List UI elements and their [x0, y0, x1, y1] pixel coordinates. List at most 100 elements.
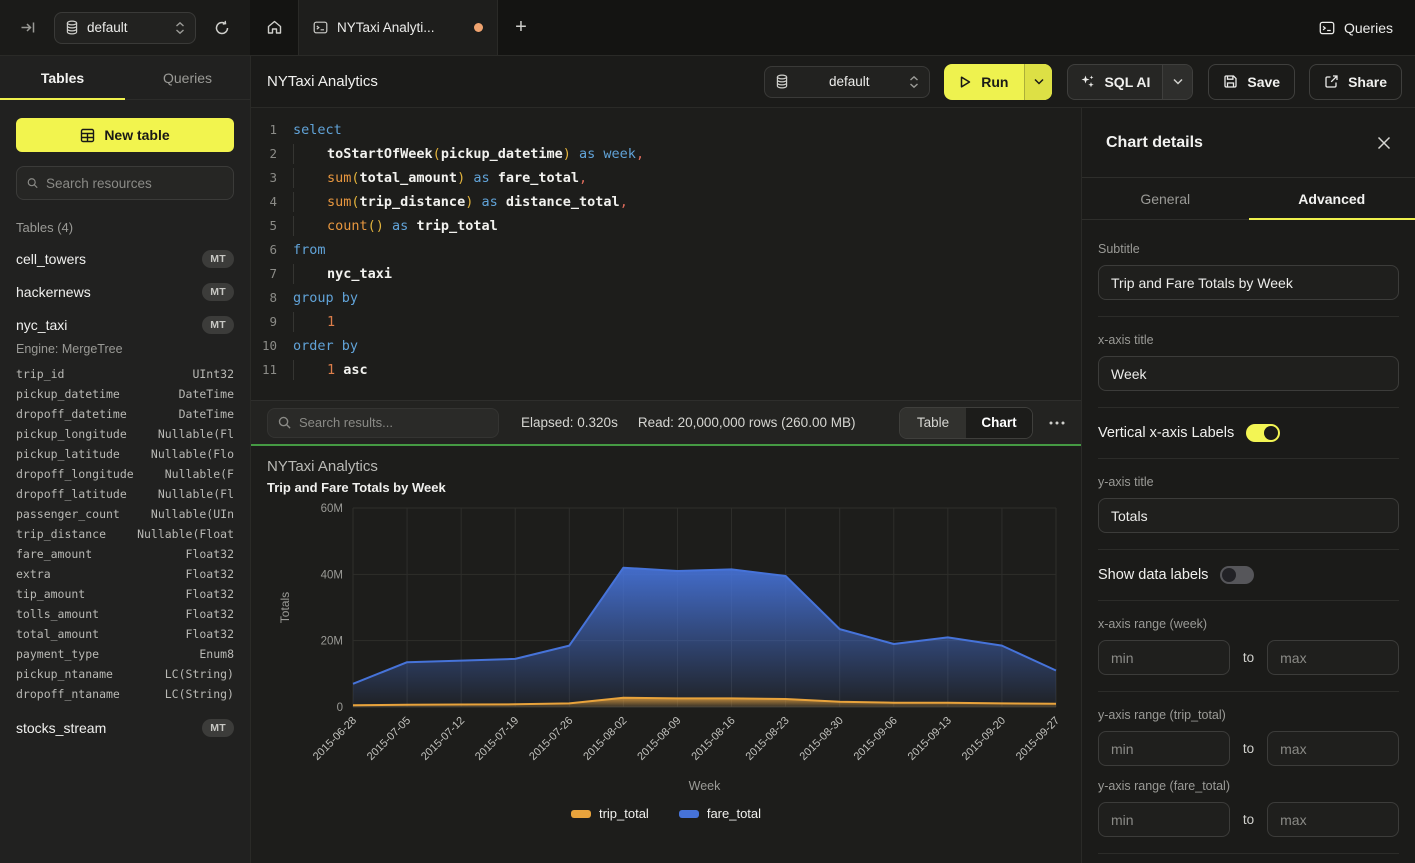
x-axis-title-input[interactable] [1098, 356, 1399, 391]
database-icon [65, 20, 79, 35]
legend-swatch [679, 810, 699, 818]
area-chart: 020M40M60M2015-06-282015-07-052015-07-12… [251, 446, 1081, 802]
x-range-max-input[interactable] [1267, 640, 1399, 675]
column-row-pickup_latitude[interactable]: pickup_latitudeNullable(Flo [16, 444, 234, 464]
ellipsis-icon [1049, 421, 1065, 425]
x-tick-label: 2015-06-28 [311, 715, 359, 763]
table-name: cell_towers [16, 251, 86, 267]
sql-ai-button[interactable]: SQL AI [1068, 65, 1162, 99]
read-stat: Read: 20,000,000 rows (260.00 MB) [638, 415, 856, 430]
share-label: Share [1348, 74, 1387, 90]
vertical-x-labels-toggle[interactable] [1246, 424, 1280, 442]
line-number: 3 [251, 166, 277, 190]
new-table-button[interactable]: New table [16, 118, 234, 152]
database-selector-value: default [87, 20, 128, 35]
column-name: dropoff_latitude [16, 487, 127, 501]
column-row-pickup_longitude[interactable]: pickup_longitudeNullable(Fl [16, 424, 234, 444]
y-axis-title-input[interactable] [1098, 498, 1399, 533]
results-search-input[interactable] [299, 415, 488, 430]
home-icon [266, 19, 283, 36]
table-item-stocks_stream[interactable]: stocks_streamMT [16, 719, 234, 737]
column-type: Nullable(Fl [158, 487, 234, 501]
run-button[interactable]: Run [944, 64, 1024, 100]
x-range-to-label: to [1243, 650, 1254, 665]
panel-tab-advanced[interactable]: Advanced [1249, 178, 1415, 219]
y-range-fare-min-input[interactable] [1098, 802, 1230, 837]
new-tab-button[interactable]: + [498, 0, 544, 55]
database-selector[interactable]: default [54, 12, 196, 44]
divider [1098, 407, 1399, 408]
table-item-cell_towers[interactable]: cell_towers MT [16, 250, 234, 268]
column-name: tip_amount [16, 587, 85, 601]
view-toggle-table[interactable]: Table [900, 408, 966, 438]
panel-title: Chart details [1106, 134, 1203, 152]
top-bar: default NYTaxi Analyti... + [0, 0, 1415, 56]
column-row-extra[interactable]: extraFloat32 [16, 564, 234, 584]
line-number: 6 [251, 238, 277, 262]
column-row-payment_type[interactable]: payment_typeEnum8 [16, 644, 234, 664]
column-row-tolls_amount[interactable]: tolls_amountFloat32 [16, 604, 234, 624]
column-name: passenger_count [16, 507, 120, 521]
column-row-pickup_datetime[interactable]: pickup_datetimeDateTime [16, 384, 234, 404]
column-type: LC(String) [165, 687, 234, 701]
y-range-trip-min-input[interactable] [1098, 731, 1230, 766]
save-button[interactable]: Save [1208, 64, 1295, 100]
view-toggle-chart[interactable]: Chart [966, 408, 1032, 438]
column-row-passenger_count[interactable]: passenger_countNullable(UIn [16, 504, 234, 524]
sql-ai-button-group: SQL AI [1067, 64, 1193, 100]
chevron-updown-icon [909, 75, 919, 89]
sidebar-tab-queries[interactable]: Queries [125, 56, 250, 99]
queries-button[interactable]: Queries [1297, 0, 1415, 55]
run-options-caret[interactable] [1024, 64, 1052, 100]
column-row-total_amount[interactable]: total_amountFloat32 [16, 624, 234, 644]
legend-item-trip_total[interactable]: trip_total [571, 806, 649, 821]
more-options-button[interactable] [1049, 421, 1065, 425]
code-line-2: 2toStartOfWeek(pickup_datetime) as week, [251, 142, 1081, 166]
column-row-pickup_ntaname[interactable]: pickup_ntanameLC(String) [16, 664, 234, 684]
code-text: nyc_taxi [293, 262, 392, 286]
subtitle-input[interactable] [1098, 265, 1399, 300]
y-range-trip-max-input[interactable] [1267, 731, 1399, 766]
close-panel-button[interactable] [1377, 136, 1391, 150]
results-bar: Elapsed: 0.320s Read: 20,000,000 rows (2… [251, 400, 1081, 444]
x-axis-title: Week [689, 779, 721, 793]
queries-icon [1319, 20, 1335, 36]
indent-guide [293, 312, 294, 332]
x-tick-label: 2015-07-19 [473, 715, 521, 763]
collapse-sidebar-icon[interactable] [14, 14, 42, 42]
table-item-nyc_taxi[interactable]: nyc_taxiMT [16, 316, 234, 334]
column-name: tolls_amount [16, 607, 99, 621]
sidebar-tabs: Tables Queries [0, 56, 250, 100]
column-row-dropoff_ntaname[interactable]: dropoff_ntanameLC(String) [16, 684, 234, 704]
engine-badge: MT [202, 316, 234, 334]
column-row-dropoff_datetime[interactable]: dropoff_datetimeDateTime [16, 404, 234, 424]
x-tick-label: 2015-07-12 [419, 715, 467, 763]
column-row-trip_id[interactable]: trip_idUInt32 [16, 364, 234, 384]
engine-badge: MT [202, 250, 234, 268]
home-button[interactable] [250, 0, 298, 55]
column-type: Nullable(Float [137, 527, 234, 541]
table-item-hackernews[interactable]: hackernewsMT [16, 283, 234, 301]
run-database-selector[interactable]: default [764, 66, 930, 98]
column-row-dropoff_longitude[interactable]: dropoff_longitudeNullable(F [16, 464, 234, 484]
divider [1098, 853, 1399, 854]
sql-editor[interactable]: 1select2toStartOfWeek(pickup_datetime) a… [251, 108, 1081, 400]
x-range-min-input[interactable] [1098, 640, 1230, 675]
tab-nytaxi-analytics[interactable]: NYTaxi Analyti... [298, 0, 498, 55]
column-row-tip_amount[interactable]: tip_amountFloat32 [16, 584, 234, 604]
column-row-trip_distance[interactable]: trip_distanceNullable(Float [16, 524, 234, 544]
column-row-fare_amount[interactable]: fare_amountFloat32 [16, 544, 234, 564]
panel-tab-general[interactable]: General [1082, 178, 1249, 219]
y-range-fare-max-input[interactable] [1267, 802, 1399, 837]
column-name: payment_type [16, 647, 99, 661]
show-data-labels-toggle[interactable] [1220, 566, 1254, 584]
x-tick-label: 2015-07-05 [365, 715, 413, 763]
legend-item-fare_total[interactable]: fare_total [679, 806, 761, 821]
column-row-dropoff_latitude[interactable]: dropoff_latitude Nullable(Fl [16, 484, 234, 504]
content-column: NYTaxi Analytics default Run [250, 56, 1415, 863]
share-button[interactable]: Share [1309, 64, 1402, 100]
resources-search-input[interactable] [46, 176, 223, 191]
sidebar-tab-tables[interactable]: Tables [0, 56, 125, 99]
refresh-icon[interactable] [208, 14, 236, 42]
sql-ai-caret[interactable] [1162, 65, 1192, 99]
